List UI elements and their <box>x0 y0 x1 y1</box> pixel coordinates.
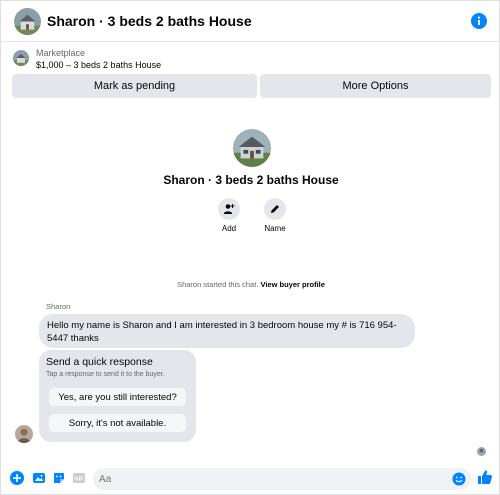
profile-name: Sharon · 3 beds 2 baths House <box>163 173 339 187</box>
emoji-icon[interactable] <box>452 472 466 486</box>
message-sender: Sharon <box>46 302 71 311</box>
quick-response-card: Send a quick response Tap a response to … <box>39 350 196 442</box>
sticker-icon[interactable] <box>52 471 66 485</box>
add-person-icon[interactable] <box>218 198 240 220</box>
profile-picture[interactable] <box>233 129 271 167</box>
photo-icon[interactable] <box>32 471 46 485</box>
chat-window: Sharon · 3 beds 2 baths House Marketplac… <box>0 0 500 495</box>
add-action[interactable]: Add <box>209 198 249 233</box>
plus-icon[interactable] <box>10 471 24 485</box>
seen-avatar <box>477 447 486 456</box>
pencil-icon[interactable] <box>264 198 286 220</box>
composer: GIF <box>1 463 500 493</box>
svg-text:GIF: GIF <box>74 477 84 483</box>
more-options-button[interactable]: More Options <box>260 74 491 98</box>
quick-response-subtitle: Tap a response to send it to the buyer. <box>46 371 165 378</box>
listing-small-thumbnail[interactable] <box>13 50 29 66</box>
incoming-message: Hello my name is Sharon and I am interes… <box>39 314 415 348</box>
listing-thumbnail[interactable] <box>14 8 41 35</box>
marketplace-label: Marketplace <box>36 48 86 58</box>
add-label: Add <box>221 224 237 233</box>
view-buyer-profile-link[interactable]: View buyer profile <box>260 280 324 289</box>
chat-header: Sharon · 3 beds 2 baths House <box>1 1 500 42</box>
chat-started-text: Sharon started this chat. <box>177 280 259 289</box>
quick-response-title: Send a quick response <box>46 356 153 368</box>
like-icon[interactable] <box>477 469 493 485</box>
name-label: Name <box>264 224 286 233</box>
message-input-box[interactable] <box>93 468 471 490</box>
quick-response-still-interested[interactable]: Yes, are you still interested? <box>49 388 186 406</box>
mark-as-pending-button[interactable]: Mark as pending <box>12 74 257 98</box>
sender-avatar[interactable] <box>15 425 33 443</box>
name-action[interactable]: Name <box>255 198 295 233</box>
chat-title: Sharon · 3 beds 2 baths House <box>47 13 252 29</box>
info-icon[interactable] <box>471 13 487 29</box>
gif-icon[interactable]: GIF <box>72 471 86 485</box>
listing-price-title[interactable]: $1,000 – 3 beds 2 baths House <box>36 60 161 70</box>
quick-response-not-available[interactable]: Sorry, it's not available. <box>49 414 186 432</box>
chat-started-notice: Sharon started this chat. View buyer pro… <box>1 280 500 289</box>
message-input[interactable] <box>99 472 439 486</box>
